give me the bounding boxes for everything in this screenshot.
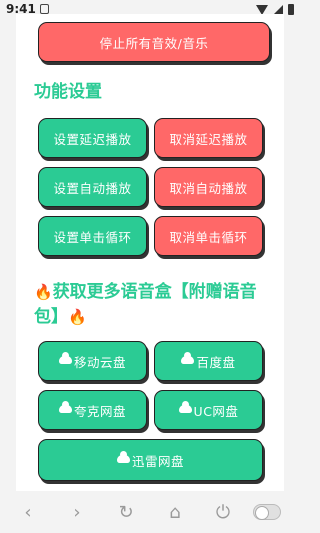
baidu-cloud-label: 百度盘 (196, 354, 236, 370)
mobile-cloud-button[interactable]: 移动云盘 (38, 341, 147, 381)
uc-cloud-button[interactable]: UC网盘 (154, 390, 263, 430)
home-button[interactable]: ⌂ (164, 501, 186, 523)
cancel-auto-play-button[interactable]: 取消自动播放 (154, 167, 263, 207)
cloud-icon (58, 352, 72, 364)
settings-section-title: 功能设置 (34, 82, 102, 102)
forward-button[interactable]: › (66, 501, 88, 523)
cloud-icon (181, 352, 195, 364)
quark-cloud-button[interactable]: 夸克网盘 (38, 390, 147, 430)
quark-cloud-label: 夸克网盘 (73, 403, 126, 419)
cancel-click-loop-button[interactable]: 取消单击循环 (154, 216, 263, 256)
baidu-cloud-button[interactable]: 百度盘 (154, 341, 263, 381)
back-button[interactable]: ‹ (17, 501, 39, 523)
signal-icon (273, 4, 283, 15)
cloud-icon (58, 401, 72, 413)
fire-icon: 🔥 (34, 283, 53, 301)
cloud-icon (116, 451, 130, 463)
stop-all-sounds-button[interactable]: 停止所有音效/音乐 (38, 22, 270, 62)
more-voicebox-title: 🔥获取更多语音盒【附赠语音 包】🔥 (34, 280, 274, 330)
mobile-cloud-label: 移动云盘 (73, 354, 126, 370)
set-delay-play-button[interactable]: 设置延迟播放 (38, 118, 147, 158)
wifi-icon (256, 4, 268, 15)
battery-icon (288, 4, 294, 15)
set-click-loop-button[interactable]: 设置单击循环 (38, 216, 147, 256)
toggle-switch[interactable] (253, 504, 281, 520)
cloud-icon (178, 401, 192, 413)
xunlei-cloud-button[interactable]: 迅雷网盘 (38, 439, 263, 481)
more-title-line2: 包】 (34, 307, 68, 327)
more-title-line1: 获取更多语音盒【附赠语音 (52, 282, 257, 302)
cancel-delay-play-button[interactable]: 取消延迟播放 (154, 118, 263, 158)
fire-icon: 🔥 (68, 308, 87, 326)
power-button[interactable]: ⏻ (212, 501, 234, 523)
uc-cloud-label: UC网盘 (193, 403, 239, 419)
set-auto-play-button[interactable]: 设置自动播放 (38, 167, 147, 207)
notification-icon (40, 4, 49, 14)
main-content: 停止所有音效/音乐 功能设置 设置延迟播放 取消延迟播放 设置自动播放 取消自动… (16, 14, 284, 491)
xunlei-cloud-label: 迅雷网盘 (131, 453, 184, 469)
refresh-button[interactable]: ↻ (115, 501, 137, 523)
browser-nav-bar: ‹ › ↻ ⌂ ⏻ (0, 491, 300, 533)
